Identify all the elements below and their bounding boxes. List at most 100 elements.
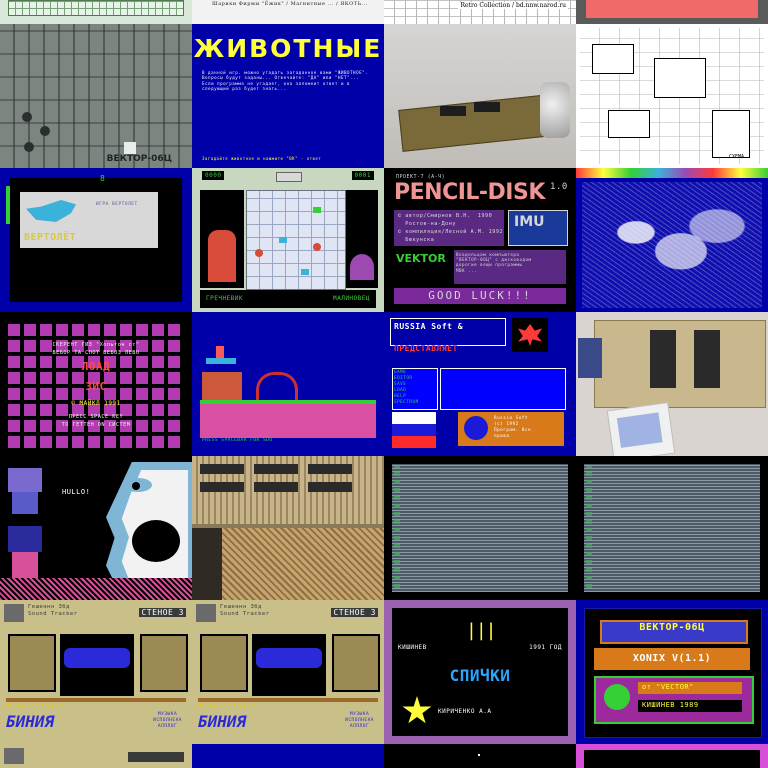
divider	[198, 698, 378, 702]
tile-partial-bottom[interactable]	[0, 744, 192, 768]
diagram-block	[592, 44, 634, 74]
speaker-right	[332, 634, 380, 692]
tile-sound-tracker[interactable]: Гешеннн 3бд Sound Tracker СТЕНОЕ 3 ИИ-ИИ…	[192, 600, 384, 744]
pcb-pad	[24, 142, 34, 152]
eagle-icon	[518, 324, 542, 346]
pencil-title: PENCIL-DISK	[394, 180, 545, 205]
board-edge	[192, 528, 222, 600]
tape-window	[256, 648, 322, 668]
tile-scanned-text[interactable]: Шарики Фирмы "Ёжик" / Магнитные ... / ЯК…	[192, 0, 384, 24]
tile-russia-soft[interactable]: RUSSIA Soft & ПРЕДСТАВЛЯЕТ GAME EDITOR S…	[384, 312, 576, 456]
intro-hint-1: ПРЕСС SPACE KEY	[68, 414, 124, 420]
tile-green-grid-screen[interactable]	[0, 0, 192, 24]
xonix-subtitle: XONIX V(1.1)	[632, 653, 712, 664]
scan-text: Шарики Фирмы "Ёжик" / Магнитные ... / ЯК…	[212, 1, 368, 7]
menu-items[interactable]: GAME EDITOR SAVE LOAD HELP SPECTRUM	[394, 370, 419, 406]
capacitor	[540, 82, 570, 138]
platform-caption: PRESS SPACEBAR FOR SDO	[202, 438, 273, 443]
label-right: МАЛИНОВЕЦ	[332, 295, 370, 302]
scanline-pattern	[584, 464, 760, 592]
ic	[254, 482, 298, 492]
energy-bar	[6, 186, 10, 224]
pupil	[132, 482, 140, 490]
tile-schematic-top[interactable]: Retro Collection / bd.nnw.narod.ru	[384, 0, 576, 24]
cartridge-board	[594, 320, 766, 408]
tile-hello-face[interactable]: HULLO!	[0, 456, 192, 600]
intro-line-2: ВЕБОР ТА СЛОТ ВЕБОЗ ЛЕВО	[52, 350, 140, 356]
ball-red	[255, 249, 263, 257]
character-left	[208, 230, 236, 282]
intro-big-1: ЛОАД	[81, 360, 111, 373]
xonix-title: ВЕКТОР-06Ц	[639, 622, 705, 633]
speaker-right	[140, 634, 188, 692]
diagram-block	[654, 58, 706, 98]
divider	[6, 698, 186, 702]
tile-helicopter-game[interactable]: 8 ИГРА ВЕРТОЛЕТ ВЕРТОЛЁТ	[0, 168, 192, 312]
tile-cartridge-photo[interactable]	[576, 312, 768, 456]
tile-pcb-photo[interactable]: ВЕКТОР-06Ц	[0, 24, 192, 168]
player-panel-left	[200, 190, 244, 288]
copyright-icon	[464, 416, 488, 440]
tile-red-slab[interactable]	[576, 0, 768, 24]
character-right	[350, 254, 374, 280]
tracker-title: СТЕНОЕ 3	[139, 608, 186, 617]
tile-board-photo[interactable]	[384, 24, 576, 168]
intro-hint-2: ТО ГЕТТЕН ON СИСТЕМ	[61, 422, 131, 428]
tile-striped-screen[interactable]	[576, 456, 768, 600]
tile-animals-game[interactable]: ЖИВОТНЫЕ В данной игр. можно угадать заг…	[192, 24, 384, 168]
screenshot-mosaic: Шарики Фирмы "Ёжик" / Магнитные ... / ЯК…	[0, 0, 768, 768]
content-window	[440, 368, 566, 410]
tile-platform-game[interactable]: PRESS SPACEBAR FOR SDO	[192, 312, 384, 456]
cartridge-label	[606, 401, 676, 456]
tile-circuit-diagram[interactable]: СХЕМА	[576, 24, 768, 168]
tile-matches-game[interactable]: ||| КИШИНЕВ 1991 ГОД СПИЧКИ КИРИЧЕНКО А.…	[384, 600, 576, 744]
animals-footer: Загадайте животное и нажмите "ВК" - отве…	[202, 156, 322, 161]
xonix-vector: от "VECTOR"	[642, 683, 694, 691]
app-logo	[196, 604, 216, 622]
tile-puzzle-game[interactable]: 0000 0001 ГРЕЧНЕВИК МАЛИНОВЕЦ	[192, 168, 384, 312]
tracker-header: Гешеннн 3бд Sound Tracker	[220, 604, 270, 617]
tracker-brand: БИНИЯ	[198, 712, 247, 731]
tile-partial-bottom[interactable]	[192, 744, 384, 768]
flag-white	[392, 412, 436, 424]
pcb-pad	[40, 126, 50, 136]
vector-logo: VEKTOR	[396, 252, 446, 265]
flag-blue	[392, 424, 436, 436]
tile-sound-tracker[interactable]: Гешеннн 3бд Sound Tracker СТЕНОЕ 3 ИИ-ИИ…	[0, 600, 192, 744]
status-bar: ГРЕЧНЕВИК МАЛИНОВЕЦ	[200, 290, 376, 308]
intro-big-2: ЗИС	[85, 380, 107, 393]
info-text: Владельцам компьютера "ВЕКТОР-06Ц" с дис…	[456, 252, 532, 273]
hullo-text: HULLO!	[62, 488, 91, 496]
ic	[254, 464, 298, 474]
tracker-header: Гешеннн 3бд Sound Tracker	[28, 604, 78, 617]
matches-title: СПИЧКИ	[449, 666, 511, 685]
tile-disk-intro[interactable]: СКЕРЕНТ ГИЗ "Хольтон ст" ВЕБОР ТА СЛОТ В…	[0, 312, 192, 456]
puzzle-grid[interactable]	[246, 190, 346, 290]
block-letter	[12, 492, 38, 514]
matches-city: КИШИНЕВ	[398, 644, 427, 651]
pencil-version: 1.0	[550, 182, 568, 192]
chip	[440, 106, 466, 116]
matches-author: КИРИЧЕНКО А.А	[438, 708, 492, 715]
diagram-caption: СХЕМА	[728, 154, 744, 160]
app-logo	[4, 748, 24, 764]
tile-xonix-game[interactable]: ВЕКТОР-06Ц XONIX V(1.1) от "VECTOR" КИШИ…	[576, 600, 768, 744]
stone-wall	[202, 372, 242, 402]
screen-top	[584, 750, 760, 768]
copyright-text: Russia Soft (c) 1992 Програм. Все права	[494, 416, 532, 439]
good-luck-text: GOOD LUCK!!!	[428, 289, 532, 302]
block-letter	[12, 552, 38, 578]
tile-pencil-disk[interactable]: ПРОЕКТ-7 (А-Ч) PENCIL-DISK 1.0 © автор/С…	[384, 168, 576, 312]
tile-motherboard-photo[interactable]	[192, 456, 384, 600]
panel-text: ИГРА ВЕРТОЛЕТ	[96, 202, 138, 207]
controls-icon[interactable]	[276, 172, 302, 182]
title-panel: ИГРА ВЕРТОЛЕТ ВЕРТОЛЁТ	[20, 192, 158, 248]
tile-partial-bottom[interactable]	[576, 744, 768, 768]
tile-warrior-art[interactable]	[576, 168, 768, 312]
tile-partial-bottom[interactable]	[384, 744, 576, 768]
tile-striped-screen[interactable]	[384, 456, 576, 600]
ic	[200, 464, 244, 474]
mouth	[132, 520, 180, 562]
scanline-pattern	[392, 464, 568, 592]
ball-red	[313, 243, 321, 251]
